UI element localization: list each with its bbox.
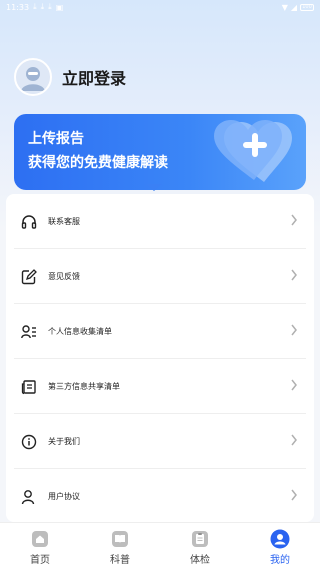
heart-plus-icon [214,120,292,182]
notification-icon: ▣ [55,2,64,12]
menu-item-label: 意见反馈 [48,272,80,281]
bottom-tab-bar: 首页 科普 体检 我的 [0,522,320,569]
signal-icon: ◢ [290,2,297,12]
status-time: 11:33 [6,2,30,12]
home-icon [30,529,50,549]
settings-menu: 联系客服 意见反馈 个人信息收集清单 第三方信息共享清单 关于我们 用户协议 [6,194,314,522]
tab-label: 科普 [110,555,130,566]
menu-item-label: 关于我们 [48,437,80,446]
tab-mine[interactable]: 我的 [240,523,320,569]
tab-label: 体检 [190,555,210,566]
status-bar: 11:33 ⤓ ⤓ ⤓ ▣ ▼ ◢ 100 [0,0,320,14]
download-icon: ⤓ [33,2,37,11]
battery-icon: 100 [300,3,314,11]
default-avatar-icon [16,60,50,94]
tab-label: 我的 [270,555,290,566]
chevron-right-icon [291,489,297,501]
menu-item-third-party-sharing[interactable]: 第三方信息共享清单 [6,359,314,414]
clipboard-icon [190,529,210,549]
profile-icon [270,529,290,549]
banner-pointer [146,184,162,191]
chevron-right-icon [291,269,297,281]
user-agreement-icon [20,488,38,506]
download-icon: ⤓ [48,2,52,11]
chevron-right-icon [291,434,297,446]
banner-subtitle: 获得您的免费健康解读 [28,155,168,171]
avatar[interactable] [14,58,52,96]
document-icon [20,378,38,396]
menu-item-customer-service[interactable]: 联系客服 [6,194,314,249]
menu-item-about-us[interactable]: 关于我们 [6,414,314,469]
tab-checkup[interactable]: 体检 [160,523,240,569]
upload-report-banner[interactable]: 上传报告 获得您的免费健康解读 [14,114,306,190]
menu-item-label: 个人信息收集清单 [48,327,112,336]
tab-home[interactable]: 首页 [0,523,80,569]
book-icon [110,529,130,549]
chevron-right-icon [291,214,297,226]
menu-item-personal-info-list[interactable]: 个人信息收集清单 [6,304,314,359]
info-icon [20,433,38,451]
menu-item-label: 联系客服 [48,217,80,226]
wifi-icon: ▼ [281,2,288,12]
user-list-icon [20,323,38,341]
menu-item-label: 第三方信息共享清单 [48,382,120,391]
edit-icon [20,268,38,286]
login-label[interactable]: 立即登录 [62,65,126,89]
login-area[interactable]: 立即登录 [14,58,126,96]
menu-item-user-agreement[interactable]: 用户协议 [6,469,314,524]
menu-item-label: 用户协议 [48,492,80,501]
tab-science[interactable]: 科普 [80,523,160,569]
chevron-right-icon [291,324,297,336]
chevron-right-icon [291,379,297,391]
banner-title: 上传报告 [28,131,84,147]
tab-label: 首页 [30,555,50,566]
headset-icon [20,213,38,231]
download-icon: ⤓ [40,2,45,11]
menu-item-feedback[interactable]: 意见反馈 [6,249,314,304]
